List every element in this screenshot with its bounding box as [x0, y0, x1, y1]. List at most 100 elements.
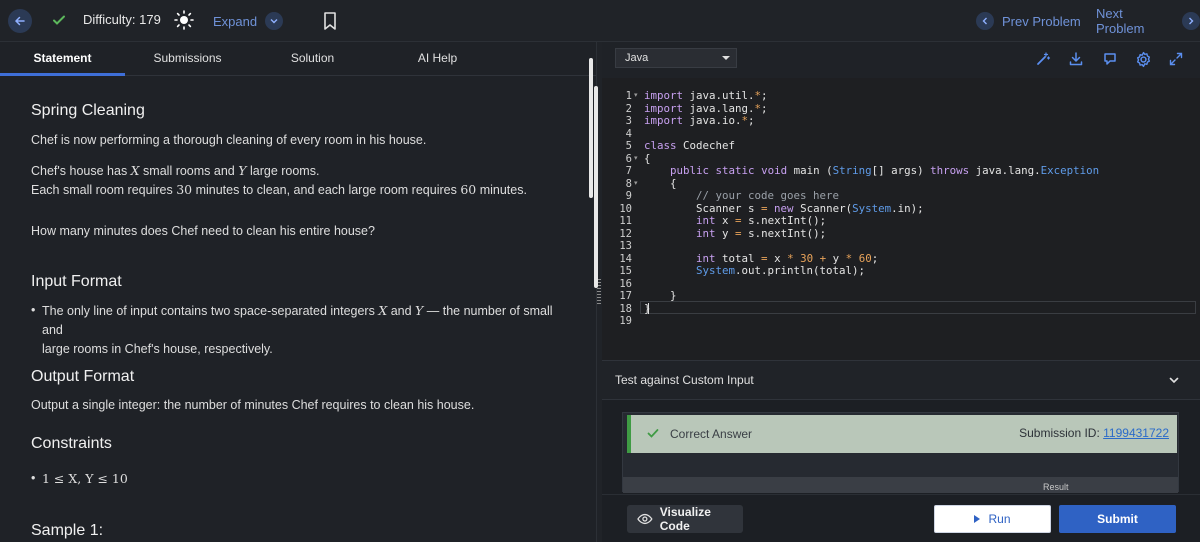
code-line-12: int y = s.nextInt(); — [696, 226, 827, 240]
text-segment: Each small room requires — [31, 183, 177, 197]
text-segment: Chef's house has — [31, 164, 131, 178]
statement-rooms: Chef's house has X small rooms and Y lar… — [31, 161, 319, 181]
code-line-18: } — [644, 301, 651, 315]
language-select[interactable]: Java — [615, 48, 737, 68]
bullet-dot: • — [31, 303, 36, 317]
language-label: Java — [625, 52, 649, 64]
line-number: 3 — [625, 115, 632, 127]
expand-label: Expand — [213, 13, 258, 29]
constraints-heading: Constraints — [31, 435, 112, 452]
code-line-15: System.out.println(total); — [696, 264, 866, 277]
custom-input-toggle[interactable]: Test against Custom Input — [602, 360, 1200, 400]
prev-problem-label: Prev Problem — [1002, 13, 1081, 29]
magic-wand-icon[interactable] — [1034, 50, 1052, 68]
submit-button[interactable]: Submit — [1059, 505, 1176, 533]
constraint-item: • 1 ≤ X, Y ≤ 10 — [31, 469, 331, 489]
line-number: 5 — [625, 140, 632, 152]
fold-icon[interactable]: ▾ — [634, 154, 638, 162]
gear-icon[interactable] — [1134, 50, 1152, 68]
text-segment: small rooms and — [139, 164, 239, 178]
active-line-highlight — [640, 301, 1196, 314]
download-icon[interactable] — [1067, 50, 1085, 68]
fold-icon[interactable]: ▾ — [634, 179, 638, 187]
text-segment: and — [387, 304, 416, 318]
run-label: Run — [988, 512, 1011, 526]
line-number: 19 — [619, 315, 632, 327]
run-button[interactable]: Run — [934, 505, 1051, 533]
editor-scrollbar[interactable] — [594, 86, 598, 288]
result-status-bar: Correct Answer Submission ID: 1199431722 — [627, 415, 1177, 453]
line-number: 12 — [619, 227, 632, 240]
line-number: 7 — [625, 165, 632, 177]
result-status: Correct Answer — [670, 427, 753, 441]
statement-intro: Chef is now performing a thorough cleani… — [31, 133, 427, 147]
input-format-item: • The only line of input contains two sp… — [31, 301, 571, 356]
line-number: 1 — [625, 90, 632, 102]
math-var-y: Y — [238, 163, 247, 178]
statement-scrollbar[interactable] — [589, 58, 593, 198]
bullet-dot: • — [31, 471, 36, 485]
output-format-text: Output a single integer: the number of m… — [31, 398, 475, 412]
comment-icon[interactable] — [1101, 50, 1119, 68]
submission-id: Submission ID: 1199431722 — [1019, 426, 1169, 440]
text-segment: The only line of input contains two spac… — [42, 304, 379, 318]
prev-problem-button[interactable]: Prev Problem — [976, 9, 1081, 33]
submit-label: Submit — [1097, 512, 1138, 526]
problem-tabs: Statement Submissions Solution AI Help — [0, 42, 596, 76]
action-bar: Visualize Code Run Submit — [602, 494, 1200, 542]
result-column-header: Result — [1043, 482, 1069, 492]
text-segment: large rooms in Chef's house, respectivel… — [42, 342, 273, 356]
problem-title: Spring Cleaning — [31, 102, 145, 119]
expand-button[interactable]: Expand — [213, 9, 284, 33]
code-line-3: import java.io.*; — [644, 114, 755, 127]
submission-id-link[interactable]: 1199431722 — [1103, 426, 1169, 440]
line-number: 9 — [625, 190, 632, 202]
code-line-5: class Codechef — [644, 139, 736, 152]
tab-statement[interactable]: Statement — [0, 51, 125, 65]
line-number: 13 — [619, 240, 632, 252]
bookmark-icon[interactable] — [322, 11, 338, 31]
arrow-left-icon — [14, 16, 25, 26]
chevron-down-icon — [265, 12, 284, 30]
visualize-code-button[interactable]: Visualize Code — [627, 505, 743, 533]
chevron-down-icon — [1169, 377, 1179, 384]
tab-solution[interactable]: Solution — [250, 51, 375, 65]
line-number: 8 — [625, 177, 632, 190]
math-var-x: X — [130, 163, 140, 178]
math-var-x: X — [378, 303, 388, 318]
code-editor[interactable]: 1 ▾ 2 3 4 5 6 ▾ 7 8 ▾ 9 10 11 12 13 14 15 1… — [602, 78, 1200, 360]
tab-ai-help[interactable]: AI Help — [375, 51, 500, 65]
text-segment: minutes to clean, and each large room re… — [192, 183, 461, 197]
difficulty-rating: Difficulty: 179 — [83, 12, 161, 27]
fullscreen-icon[interactable] — [1167, 50, 1185, 68]
next-problem-label: Next Problem — [1096, 6, 1145, 36]
top-bar: Difficulty: 179 Expand Prev Problem Next… — [0, 0, 1200, 42]
custom-input-label: Test against Custom Input — [615, 373, 754, 387]
play-icon — [974, 515, 981, 523]
line-number: 18 — [619, 302, 632, 315]
line-gutter: 1 ▾ 2 3 4 5 6 ▾ 7 8 ▾ 9 10 11 12 13 14 15 1… — [602, 78, 640, 360]
line-number: 2 — [625, 102, 632, 115]
theme-toggle-sun-icon[interactable] — [174, 10, 194, 30]
submission-id-label: Submission ID: — [1019, 426, 1104, 440]
line-number: 10 — [619, 202, 632, 215]
line-number: 16 — [619, 277, 632, 290]
back-button[interactable] — [8, 9, 32, 33]
statement-question: How many minutes does Chef need to clean… — [31, 224, 375, 238]
result-area: Correct Answer Submission ID: 1199431722… — [622, 412, 1179, 493]
tab-submissions[interactable]: Submissions — [125, 51, 250, 65]
line-number: 11 — [619, 215, 632, 227]
next-problem-button[interactable]: Next Problem — [1096, 6, 1200, 36]
line-number: 14 — [619, 252, 632, 265]
statement-times: Each small room requires 30 minutes to c… — [31, 180, 527, 200]
editor-panel: Java 1 ▾ 2 3 4 5 6 ▾ 7 8 ▾ 9 10 11 12 13… — [602, 42, 1200, 542]
visualize-code-label: Visualize Code — [659, 505, 711, 533]
code-line-9: // your code goes here — [696, 189, 840, 202]
code-line-17: } — [644, 289, 677, 302]
fold-icon[interactable]: ▾ — [634, 91, 638, 99]
line-number: 6 — [625, 152, 632, 165]
line-number: 17 — [619, 290, 632, 302]
chevron-left-icon — [976, 12, 994, 30]
problem-statement: Spring Cleaning Chef is now performing a… — [31, 76, 571, 542]
line-number: 15 — [619, 265, 632, 277]
